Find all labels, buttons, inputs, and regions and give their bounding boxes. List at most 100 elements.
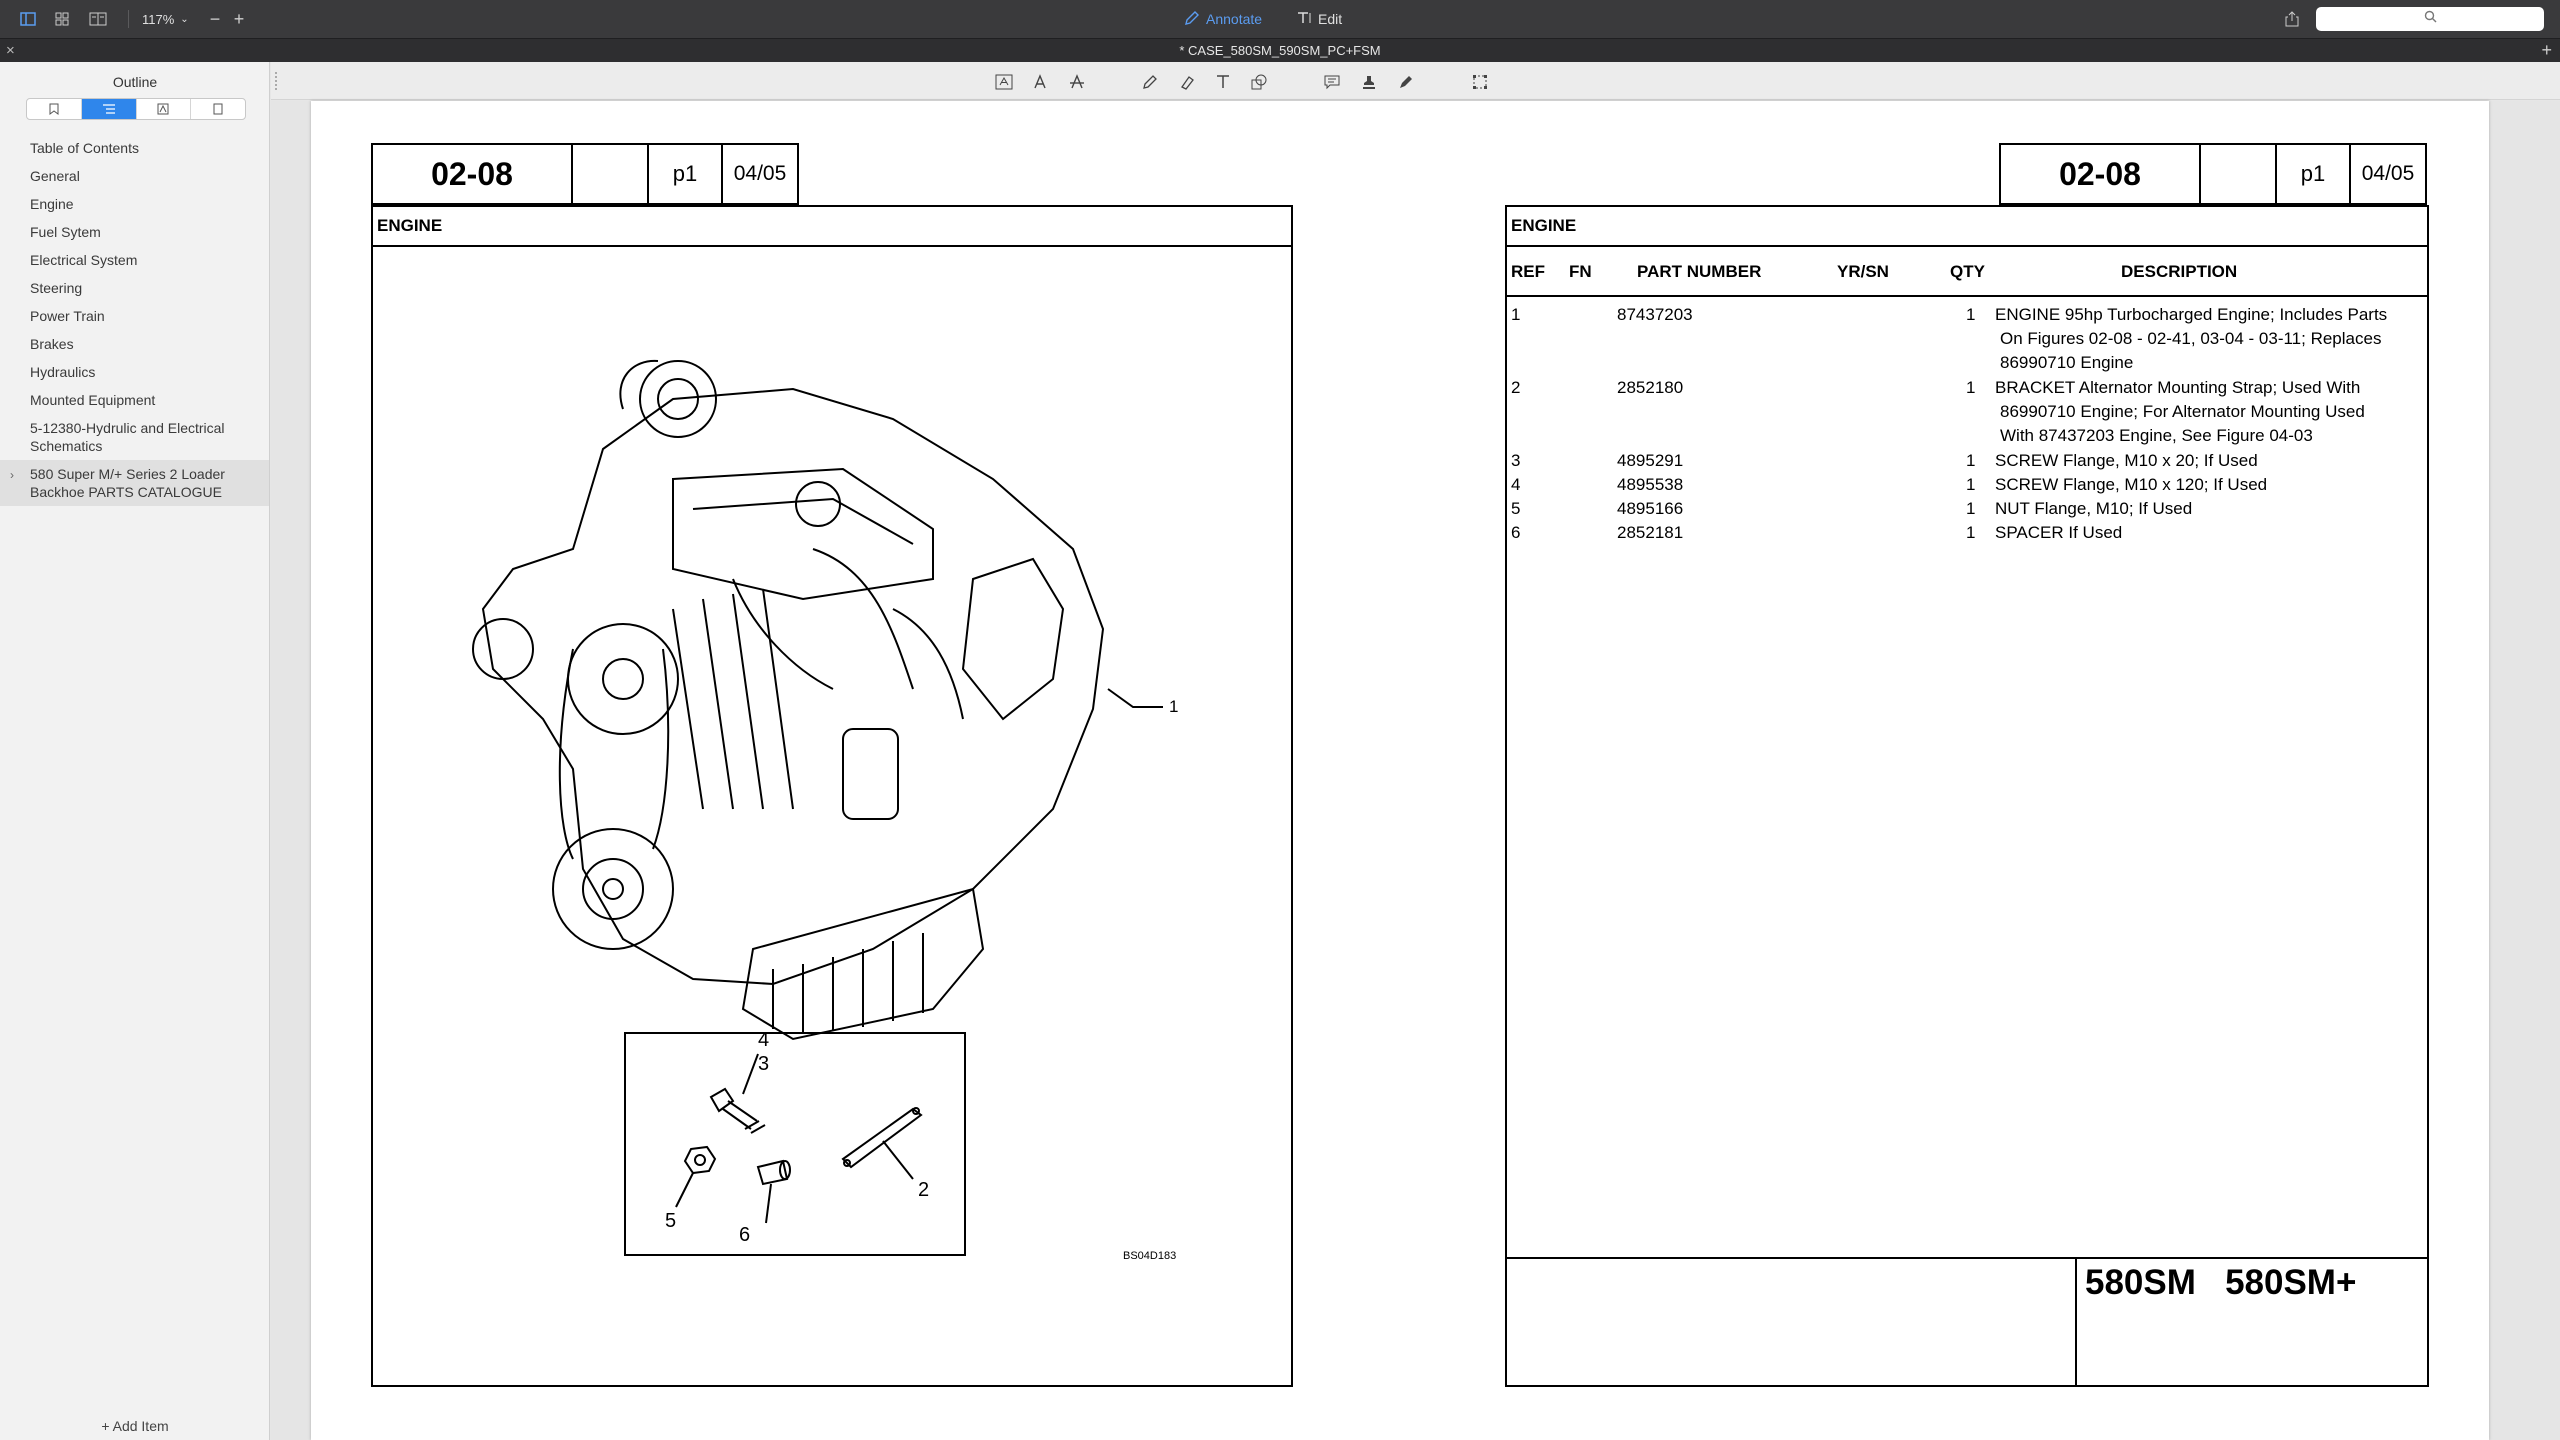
grid-view-icon[interactable]	[50, 8, 74, 30]
new-tab-icon[interactable]: +	[2541, 40, 2552, 61]
outline-item-label: Fuel Sytem	[30, 224, 101, 240]
share-icon[interactable]	[2280, 8, 2304, 30]
page-thumbnail-icon[interactable]	[191, 99, 245, 119]
row-qty: 1	[1966, 378, 1976, 397]
row-qty: 1	[1966, 499, 1976, 518]
document-title: * CASE_580SM_590SM_PC+FSM	[1179, 43, 1381, 58]
left-page-header: 02-08 p1 04/05	[371, 143, 799, 205]
outline-item-hydraulics[interactable]: Hydraulics	[0, 358, 269, 386]
column-ref: REF	[1511, 262, 1545, 281]
comment-icon[interactable]	[1321, 71, 1343, 93]
right-page-header: 02-08 p1 04/05	[1999, 143, 2427, 205]
toolbar-grip[interactable]	[275, 72, 279, 90]
row-ref: 4	[1511, 475, 1521, 494]
column-description: DESCRIPTION	[2121, 262, 2238, 281]
annotate-mode-button[interactable]: Annotate	[1184, 8, 1262, 30]
text-edit-icon	[1296, 10, 1312, 29]
outline-item-label: Mounted Equipment	[30, 392, 156, 408]
row-part-number: 2852180	[1617, 378, 1684, 397]
outline-item-schematics[interactable]: 5-12380-Hydrulic and Electrical Schemati…	[0, 414, 269, 460]
header-blank-cell	[573, 145, 649, 203]
page-number: p1	[2277, 145, 2351, 203]
outline-item-label: Hydraulics	[30, 364, 96, 380]
selection-icon[interactable]	[1469, 71, 1491, 93]
signature-icon[interactable]	[1395, 71, 1417, 93]
font-style-icon[interactable]	[1029, 71, 1051, 93]
outline-item-mounted-equipment[interactable]: Mounted Equipment	[0, 386, 269, 414]
row-qty: 1	[1966, 523, 1976, 542]
callout-5: 5	[665, 1210, 676, 1232]
text-tool-icon[interactable]	[1212, 71, 1234, 93]
illustration-frame: ENGINE 1 4 3 2 5 6 BS04D183	[371, 205, 1293, 1387]
callout-3: 3	[758, 1053, 769, 1075]
pdf-page: 02-08 p1 04/05 02-08 p1 04/05 ENGINE 1 4…	[311, 101, 2489, 1440]
zoom-level: 117%	[142, 11, 175, 27]
outline-item-engine[interactable]: Engine	[0, 190, 269, 218]
row-description-cont: On Figures 02-08 - 02-41, 03-04 - 03-11;…	[2000, 329, 2382, 348]
add-item-button[interactable]: + Add Item	[0, 1418, 270, 1434]
chevron-down-icon: ⌄	[180, 13, 189, 25]
zoom-out-button[interactable]: −	[206, 8, 224, 30]
outline-item-brakes[interactable]: Brakes	[0, 330, 269, 358]
outline-item-steering[interactable]: Steering	[0, 274, 269, 302]
document-tab[interactable]: × * CASE_580SM_590SM_PC+FSM +	[0, 38, 2560, 62]
outline-item-general[interactable]: General	[0, 162, 269, 190]
row-part-number: 2852181	[1617, 523, 1684, 542]
stamp-icon[interactable]	[1358, 71, 1380, 93]
zoom-select[interactable]: 117% ⌄	[142, 8, 189, 30]
section-title: ENGINE	[1507, 207, 2427, 247]
search-field[interactable]	[2316, 7, 2544, 31]
pen-icon	[1184, 10, 1200, 29]
single-page-view-icon[interactable]	[16, 8, 40, 30]
row-ref: 6	[1511, 523, 1521, 542]
section-code: 02-08	[2001, 145, 2201, 203]
row-description-cont: 86990710 Engine	[2000, 353, 2134, 372]
outline-item-label: Engine	[30, 196, 74, 212]
model-names: 580SM 580SM+	[2085, 1263, 2357, 1302]
main-toolbar: 117% ⌄ − + Annotate Edit	[0, 0, 2560, 38]
section-code: 02-08	[373, 145, 573, 203]
pencil-icon[interactable]	[1139, 71, 1161, 93]
two-page-view-icon[interactable]	[86, 8, 110, 30]
row-qty: 1	[1966, 475, 1976, 494]
outline-item-label: Brakes	[30, 336, 74, 352]
row-description: SCREW Flange, M10 x 20; If Used	[1995, 451, 2258, 470]
outline-item-label: Table of Contents	[30, 140, 139, 156]
column-part-number: PART NUMBER	[1637, 262, 1762, 281]
shapes-icon[interactable]	[1248, 71, 1270, 93]
row-part-number: 4895538	[1617, 475, 1684, 494]
row-qty: 1	[1966, 451, 1976, 470]
outline-item-label: Power Train	[30, 308, 105, 324]
outline-item-table-of-contents[interactable]: Table of Contents	[0, 134, 269, 162]
strikethrough-icon[interactable]	[1066, 71, 1088, 93]
outline-sidebar: Outline Table of Contents General Engine…	[0, 62, 270, 1440]
outline-item-fuel-system[interactable]: Fuel Sytem	[0, 218, 269, 246]
zoom-in-button[interactable]: +	[230, 8, 248, 30]
outline-list-icon[interactable]	[81, 99, 137, 119]
text-box-icon[interactable]	[993, 71, 1015, 93]
sidebar-title: Outline	[112, 74, 158, 90]
row-part-number: 4895291	[1617, 451, 1684, 470]
close-icon[interactable]: ×	[6, 42, 15, 59]
bookmark-icon[interactable]	[27, 99, 82, 119]
row-part-number: 4895166	[1617, 499, 1684, 518]
sidebar-mode-switcher	[26, 98, 246, 120]
row-description-cont: 86990710 Engine; For Alternator Mounting…	[2000, 402, 2365, 421]
annotation-toolbar	[271, 62, 2560, 100]
row-description: NUT Flange, M10; If Used	[1995, 499, 2193, 518]
column-yr-sn: YR/SN	[1837, 262, 1889, 281]
outline-item-parts-catalogue[interactable]: › 580 Super M/+ Series 2 Loader Backhoe …	[0, 460, 269, 506]
outline-item-power-train[interactable]: Power Train	[0, 302, 269, 330]
outline-list: Table of Contents General Engine Fuel Sy…	[0, 134, 269, 506]
row-ref: 5	[1511, 499, 1521, 518]
eraser-icon[interactable]	[1176, 71, 1198, 93]
callout-2: 2	[918, 1179, 929, 1201]
document-viewport[interactable]: 02-08 p1 04/05 02-08 p1 04/05 ENGINE 1 4…	[271, 101, 2560, 1440]
annotations-icon[interactable]	[137, 99, 192, 119]
row-qty: 1	[1966, 305, 1976, 324]
outline-item-electrical-system[interactable]: Electrical System	[0, 246, 269, 274]
search-input[interactable]	[2316, 7, 2544, 31]
chevron-right-icon[interactable]: ›	[10, 466, 14, 484]
row-ref: 2	[1511, 378, 1521, 397]
edit-mode-button[interactable]: Edit	[1296, 8, 1342, 30]
